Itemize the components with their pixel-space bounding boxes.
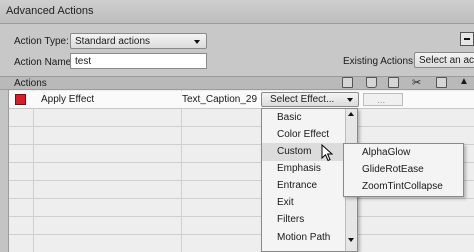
existing-actions-label: Existing Actions: — [343, 56, 416, 67]
color-swatch — [15, 94, 26, 105]
cut-icon[interactable]: ✂ — [412, 76, 421, 89]
action-name-field[interactable]: test — [70, 53, 207, 69]
action-name-value: test — [75, 56, 92, 67]
row-target: Text_Caption_29 — [182, 94, 258, 105]
move-up-icon[interactable]: ▲ — [459, 76, 469, 87]
custom-submenu: AlphaGlow GlideRotEase ZoomTintCollapse — [343, 143, 464, 197]
action-type-select[interactable]: Standard actions — [70, 33, 207, 49]
effect-options-button[interactable]: ... — [363, 93, 403, 106]
menu-item-filters[interactable]: Filters — [262, 211, 357, 229]
select-effect-value: Select Effect... — [270, 94, 335, 105]
table-row[interactable]: Apply Effect Text_Caption_29 Select Effe… — [9, 91, 474, 109]
copy-icon[interactable] — [388, 77, 399, 88]
menu-item-color-effect[interactable]: Color Effect — [262, 126, 357, 144]
action-type-label: Action Type: — [14, 36, 69, 47]
row-action: Apply Effect — [41, 94, 95, 105]
actions-header-label: Actions — [14, 78, 47, 89]
existing-actions-value: Select an acti — [419, 55, 474, 66]
expand-button[interactable] — [460, 32, 474, 46]
scroll-up-icon[interactable] — [348, 112, 354, 116]
action-type-value: Standard actions — [75, 36, 151, 47]
menu-item-basic[interactable]: Basic — [262, 109, 357, 127]
action-name-label: Action Name: — [14, 57, 75, 68]
title-bar: Advanced Actions — [0, 0, 474, 24]
submenu-item-alphaglow[interactable]: AlphaGlow — [344, 144, 463, 162]
add-icon[interactable] — [342, 77, 353, 88]
delete-icon[interactable] — [366, 77, 377, 88]
chevron-down-icon — [347, 98, 353, 102]
paste-icon[interactable] — [436, 77, 447, 88]
scroll-down-icon[interactable] — [348, 238, 354, 242]
menu-item-motion-path[interactable]: Motion Path — [262, 229, 357, 247]
submenu-item-glideroteasa[interactable]: GlideRotEase — [344, 161, 463, 179]
actions-header: Actions — [0, 76, 474, 90]
submenu-item-zoomtintcollapse[interactable]: ZoomTintCollapse — [344, 178, 463, 196]
chevron-down-icon — [194, 40, 200, 44]
select-effect-dropdown[interactable]: Select Effect... — [261, 92, 359, 107]
mouse-cursor-icon — [321, 144, 334, 162]
existing-actions-select[interactable]: Select an acti — [414, 52, 474, 68]
plus-icon — [464, 38, 470, 40]
window-title: Advanced Actions — [6, 5, 94, 17]
